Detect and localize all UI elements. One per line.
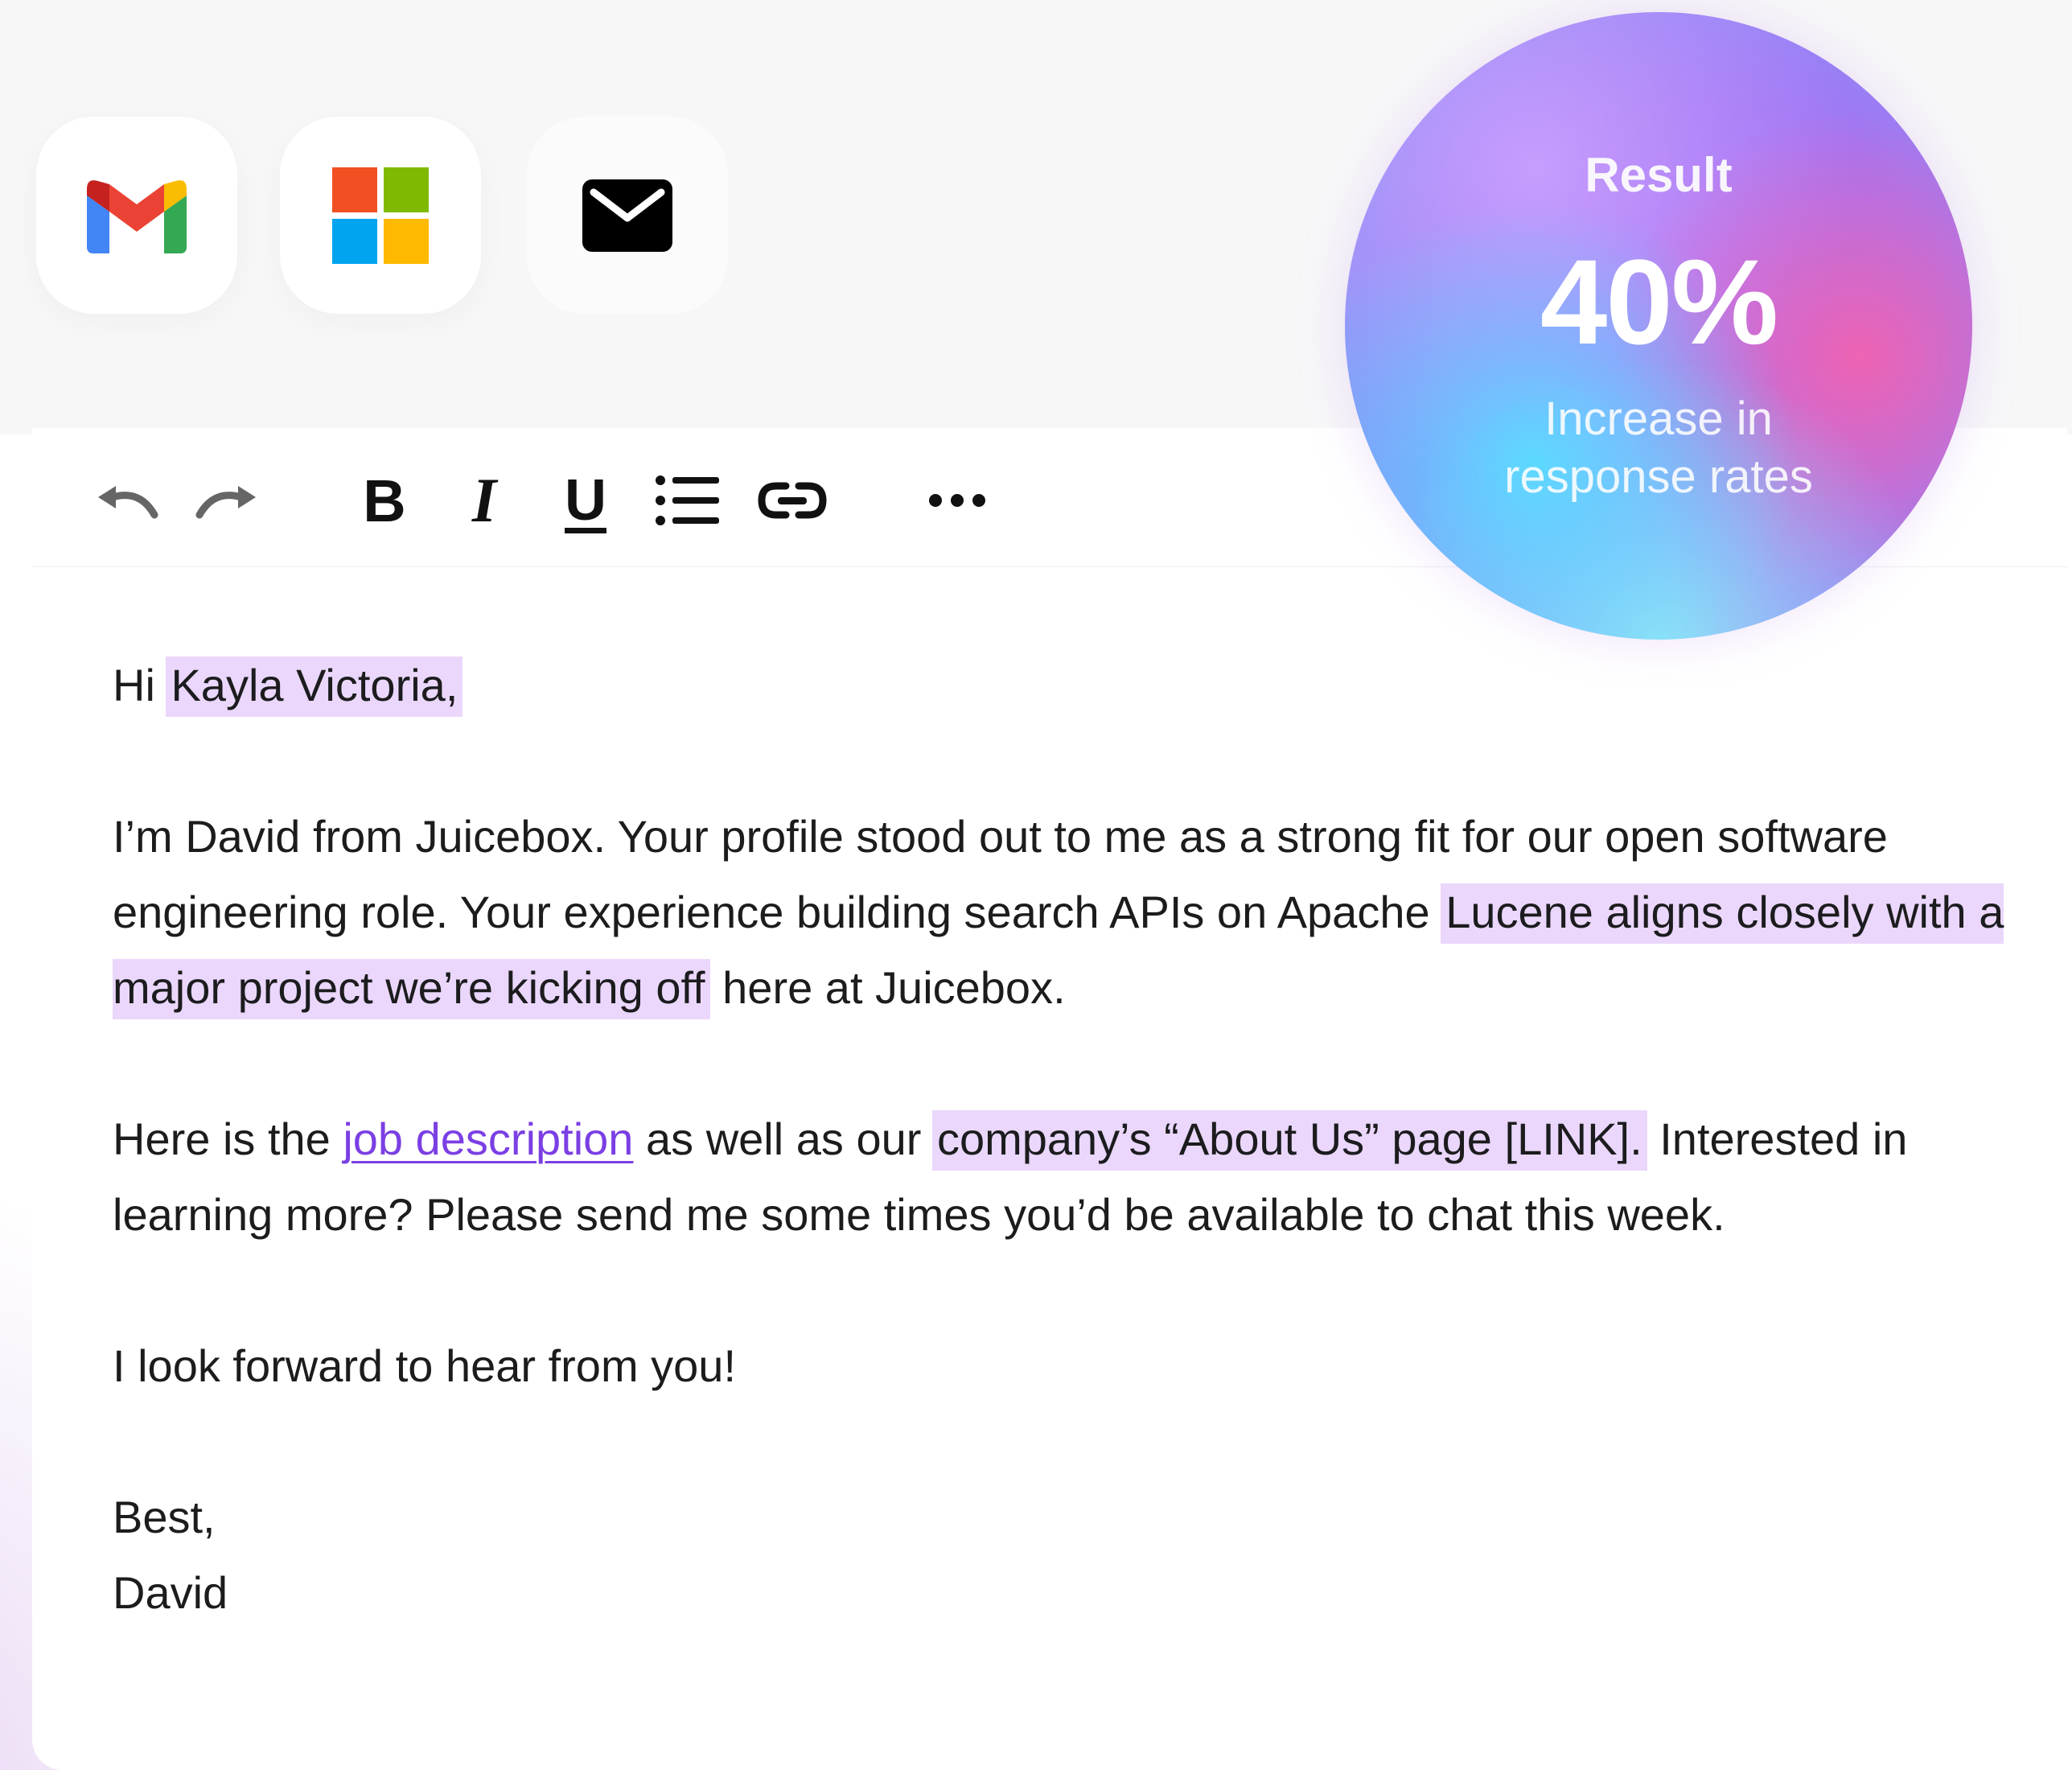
- italic-button[interactable]: I: [452, 465, 516, 535]
- result-content: Result 40% Increase in response rates: [1345, 12, 1972, 640]
- greeting-prefix: Hi: [113, 660, 168, 710]
- microsoft-tile[interactable]: [280, 117, 481, 314]
- microsoft-icon: [332, 167, 429, 264]
- undo-button[interactable]: [90, 468, 162, 533]
- provider-list: [32, 117, 740, 318]
- redo-icon: [195, 486, 256, 519]
- more-icon: [929, 494, 985, 507]
- signature: David: [113, 1567, 228, 1618]
- result-description: Increase in response rates: [1345, 390, 1972, 506]
- intro-text-b: here at Juicebox.: [709, 962, 1066, 1013]
- signoff: Best,: [113, 1492, 216, 1542]
- gmail-icon: [87, 179, 187, 253]
- link-icon: [758, 482, 827, 519]
- italic-icon: I: [471, 465, 497, 535]
- result-value: 40%: [1540, 234, 1778, 369]
- paragraph-intro: I’m David from Juicebox. Your profile st…: [113, 799, 2043, 1026]
- gmail-tile[interactable]: [36, 117, 237, 314]
- link-button[interactable]: [752, 468, 832, 533]
- more-button[interactable]: [917, 468, 997, 533]
- result-label: Result: [1585, 148, 1733, 202]
- bold-icon: B: [363, 467, 406, 534]
- email-body-editor[interactable]: Hi Kayla Victoria, I’m David from Juiceb…: [32, 567, 2072, 1770]
- email-composer: B I U Hi Kayla Victoria, I’m David from …: [0, 0, 2072, 1770]
- recipient-name: Kayla Victoria,: [166, 657, 463, 717]
- mail-tile[interactable]: [527, 117, 728, 314]
- underline-icon: U: [565, 468, 606, 533]
- job-description-link[interactable]: job description: [343, 1113, 633, 1164]
- about-us-highlight: company’s “About Us” page [LINK].: [931, 1110, 1647, 1171]
- result-description-line2: response rates: [1504, 451, 1813, 503]
- undo-icon: [98, 486, 158, 519]
- closing-line: I look forward to hear from you!: [113, 1340, 737, 1391]
- bullet-list-icon: [656, 475, 719, 525]
- bold-button[interactable]: B: [352, 467, 417, 534]
- underline-button[interactable]: U: [553, 468, 618, 533]
- result-bubble: Result 40% Increase in response rates: [1345, 12, 1972, 640]
- links-text-b: as well as our: [633, 1113, 934, 1164]
- redo-button[interactable]: [191, 468, 264, 533]
- paragraph-links: Here is the job description as well as o…: [113, 1101, 2043, 1253]
- greeting-line: Hi Kayla Victoria,: [113, 648, 2043, 723]
- email-body: Hi Kayla Victoria, I’m David from Juiceb…: [113, 648, 2043, 1631]
- result-description-line1: Increase in: [1544, 393, 1773, 445]
- links-text-a: Here is the: [113, 1113, 343, 1164]
- mail-icon: [582, 179, 672, 252]
- bullet-list-button[interactable]: [652, 468, 724, 533]
